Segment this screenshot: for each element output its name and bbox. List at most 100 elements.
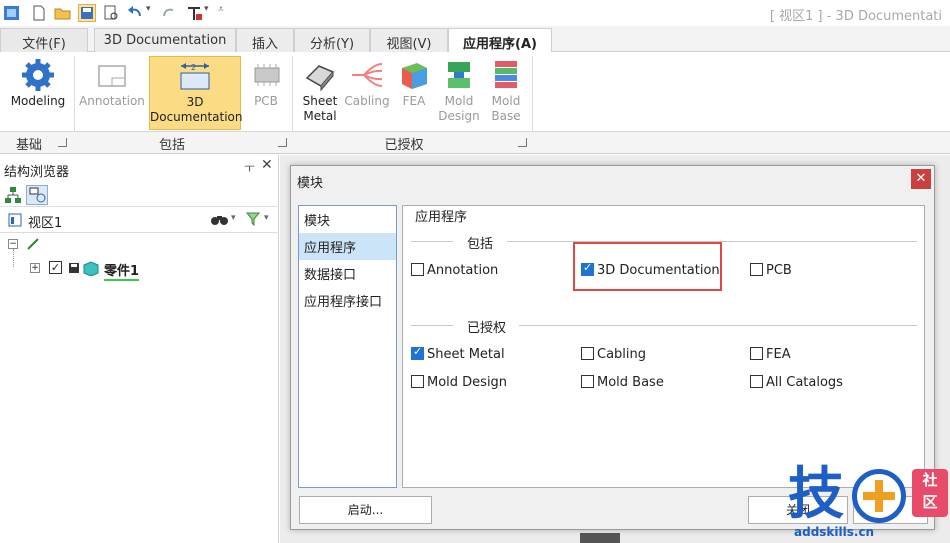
sheet-metal-label-line1: Sheet <box>302 94 338 108</box>
fea-checkbox-label: FEA <box>766 347 791 362</box>
checkbox-box-checked[interactable] <box>411 345 424 360</box>
open-folder-icon[interactable] <box>54 4 72 22</box>
tab-insert[interactable]: 插入 <box>236 28 294 52</box>
close-icon[interactable]: ✕ <box>261 157 273 173</box>
group-licensed-launcher-icon[interactable] <box>518 138 527 147</box>
3d-documentation-label-line1: 3D <box>186 95 204 109</box>
sheet-metal-button[interactable]: Sheet Metal <box>298 56 342 130</box>
tab-file[interactable]: 文件(F) <box>0 28 88 52</box>
annotation-button[interactable]: Annotation <box>78 56 146 130</box>
chip-icon <box>249 58 283 92</box>
nav-modules[interactable]: 模块 <box>299 206 396 233</box>
filter-dropdown-icon[interactable]: ▾ <box>264 213 269 223</box>
save-icon[interactable] <box>78 4 96 22</box>
nav-application-interfaces[interactable]: 应用程序接口 <box>299 287 396 314</box>
undo-icon[interactable] <box>126 4 144 22</box>
highlight-box <box>573 242 722 291</box>
part-visibility-checkbox[interactable]: ✓ <box>49 261 62 274</box>
checkbox-box[interactable] <box>750 347 763 360</box>
customize-tools-icon[interactable] <box>186 4 204 22</box>
cabling-checkbox-label: Cabling <box>597 347 647 362</box>
all-catalogs-checkbox[interactable]: All Catalogs <box>750 375 843 390</box>
included-section-label: 包括 <box>467 237 494 252</box>
checkbox-box[interactable] <box>411 375 424 388</box>
tab-view[interactable]: 视图(V) <box>370 28 448 52</box>
modeling-button[interactable]: Modeling <box>8 56 68 130</box>
view-icon <box>8 213 22 227</box>
expand-icon[interactable]: + <box>30 263 40 273</box>
redo-icon[interactable] <box>160 4 178 22</box>
group-included-launcher-icon[interactable] <box>278 138 287 147</box>
applications-content: 应用程序 包括 Annotation 3D Documentation PCB … <box>402 205 925 488</box>
checkbox-box[interactable] <box>581 375 594 388</box>
group-basic-launcher-icon[interactable] <box>58 138 67 147</box>
print-preview-icon[interactable] <box>102 4 120 22</box>
watermark-logo: 技 社 区 addskills.cn <box>788 465 950 543</box>
annotation-icon <box>95 58 129 92</box>
part-icon <box>82 260 100 279</box>
mold-base-checkbox[interactable]: Mold Base <box>581 375 664 390</box>
structure-browser-panel: 结构浏览器 ㅜ ✕ 视区1 ▾ ▾ − + ✓ 零件1 <box>0 155 279 543</box>
binoculars-icon[interactable] <box>210 212 230 229</box>
annotation-checkbox-label: Annotation <box>427 263 499 278</box>
pcb-button[interactable]: PCB <box>244 56 288 130</box>
part-save-icon <box>68 262 80 277</box>
ribbon-tab-row: 文件(F) 3D Documentation 插入 分析(Y) 视图(V) 应用… <box>0 26 950 53</box>
start-button[interactable]: 启动... <box>299 496 432 524</box>
browser-toolbar <box>0 183 279 207</box>
new-file-icon[interactable] <box>30 4 48 22</box>
nav-applications[interactable]: 应用程序 <box>299 233 396 260</box>
watermark-text: 技 <box>788 462 844 527</box>
cabling-icon <box>350 58 384 92</box>
ribbon-divider <box>532 56 533 134</box>
nav-data-interfaces[interactable]: 数据接口 <box>299 260 396 287</box>
collapse-icon[interactable]: − <box>8 239 18 249</box>
cabling-checkbox[interactable]: Cabling <box>581 347 646 362</box>
section-divider <box>411 325 453 326</box>
fea-button[interactable]: FEA <box>394 56 434 130</box>
tab-analysis[interactable]: 分析(Y) <box>294 28 370 52</box>
gear-icon <box>21 58 55 92</box>
fea-icon <box>397 58 431 92</box>
mold-base-label-line1: Mold <box>491 94 521 108</box>
view-row[interactable]: 视区1 ▾ ▾ <box>0 207 279 233</box>
3d-documentation-button[interactable]: 2 3D Documentation <box>149 56 243 130</box>
mold-design-icon <box>442 58 476 92</box>
view-label: 视区1 <box>28 216 63 231</box>
pin-icon[interactable]: ㅜ <box>244 159 255 176</box>
mold-design-checkbox[interactable]: Mold Design <box>411 375 507 390</box>
mold-base-button[interactable]: Mold Base <box>484 56 528 130</box>
ribbon: Modeling Annotation 2 3D Documentation P… <box>0 52 950 134</box>
checkbox-box[interactable] <box>750 375 763 388</box>
filter-icon[interactable] <box>245 211 261 230</box>
cabling-button[interactable]: Cabling <box>344 56 390 130</box>
tab-applications[interactable]: 应用程序(A) <box>448 28 552 53</box>
search-dropdown-icon[interactable]: ▾ <box>231 213 236 223</box>
hierarchy-icon[interactable] <box>4 186 22 204</box>
mold-design-label-line2: Design <box>438 109 480 123</box>
checkbox-box[interactable] <box>750 263 763 276</box>
pcb-label: PCB <box>254 94 278 108</box>
group-licensed-label: 已授权 <box>384 138 424 153</box>
fea-checkbox[interactable]: FEA <box>750 347 791 362</box>
pcb-checkbox[interactable]: PCB <box>750 263 792 278</box>
part-label[interactable]: 零件1 <box>104 260 140 281</box>
all-catalogs-checkbox-label: All Catalogs <box>766 375 843 390</box>
section-divider <box>519 325 917 326</box>
tab-3d-documentation[interactable]: 3D Documentation <box>94 28 236 52</box>
title-bar: ▾ ▾ ⩡ [ 视区1 ] - 3D Documentati <box>0 0 950 26</box>
dialog-close-icon[interactable]: ✕ <box>911 169 931 189</box>
app-icon[interactable] <box>3 4 21 22</box>
checkbox-box[interactable] <box>581 347 594 360</box>
sheet-metal-icon <box>303 58 337 92</box>
layers-icon[interactable] <box>26 185 48 205</box>
mold-design-label-line1: Mold <box>444 94 474 108</box>
mold-design-button[interactable]: Mold Design <box>436 56 482 130</box>
checkbox-box[interactable] <box>411 263 424 276</box>
pcb-checkbox-label: PCB <box>766 263 792 278</box>
quick-access-menu-icon[interactable]: ⩡ <box>218 4 236 22</box>
annotation-checkbox[interactable]: Annotation <box>411 263 498 278</box>
sheet-metal-checkbox[interactable]: Sheet Metal <box>411 345 505 362</box>
annotation-label: Annotation <box>79 94 145 108</box>
watermark-circle <box>852 469 906 523</box>
